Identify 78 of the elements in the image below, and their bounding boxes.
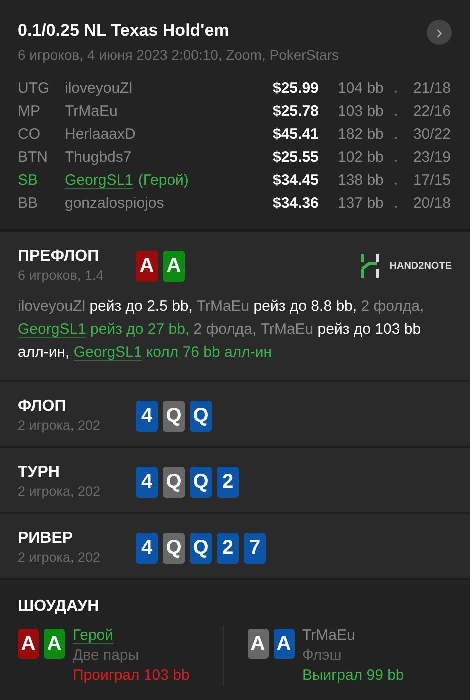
player-position: SB bbox=[18, 172, 40, 189]
playing-card: A bbox=[18, 629, 39, 659]
player-position: UTG bbox=[18, 80, 51, 97]
street-title: РИВЕР bbox=[18, 530, 74, 548]
separator-dot bbox=[395, 114, 397, 116]
player-bb: 137 bb bbox=[338, 195, 385, 212]
player-bb: 104 bb bbox=[338, 80, 385, 97]
playing-card: 7 bbox=[244, 533, 266, 564]
street-info: 2 игрока, 202 bbox=[18, 550, 102, 565]
hand-rank: Флэш bbox=[302, 646, 342, 666]
player-link[interactable]: GeorgSL1 bbox=[18, 321, 86, 338]
playing-card: 4 bbox=[136, 467, 158, 498]
separator-dot bbox=[395, 206, 397, 208]
player-name: iloveyouZl bbox=[65, 80, 133, 97]
player-stack: $25.55 bbox=[273, 149, 320, 166]
player-stack: $25.78 bbox=[273, 103, 320, 120]
player-stats: 20/18 bbox=[412, 195, 451, 212]
playing-card: Q bbox=[163, 401, 185, 432]
player-bb: 103 bb bbox=[338, 103, 385, 120]
player-name: TrMaEu bbox=[65, 103, 118, 120]
playing-card: Q bbox=[190, 401, 212, 432]
playing-card: 2 bbox=[217, 467, 239, 498]
player-stats: 17/15 bbox=[412, 172, 451, 189]
separator-dot bbox=[395, 160, 397, 162]
playing-card: A bbox=[163, 251, 185, 282]
playing-card: Q bbox=[163, 533, 185, 564]
hand-info: 6 игроков, 4 июня 2023 2:00:10, Zoom, PokerStars bbox=[18, 47, 339, 63]
player-name: TrMaEu bbox=[302, 626, 356, 646]
player-position: BB bbox=[18, 195, 40, 212]
hand-result: Проиграл 103 bb bbox=[73, 666, 190, 686]
playing-card: A bbox=[248, 629, 268, 659]
hand-rank: Две пары bbox=[73, 646, 140, 666]
hand-title: 0.1/0.25 NL Texas Hold'em bbox=[18, 21, 230, 41]
separator-dot bbox=[395, 137, 397, 139]
playing-card: Q bbox=[190, 467, 212, 498]
street-info: 6 игроков, 1.4 bbox=[18, 268, 105, 283]
playing-card: A bbox=[44, 629, 65, 659]
playing-card: 4 bbox=[136, 401, 158, 432]
street-title: ТУРН bbox=[18, 464, 61, 482]
player-name[interactable]: Герой bbox=[73, 626, 114, 646]
player-stack: $34.36 bbox=[273, 195, 320, 212]
player-stats: 23/19 bbox=[412, 149, 451, 166]
playing-card: 4 bbox=[136, 533, 158, 564]
street-info: 2 игрока, 202 bbox=[18, 418, 102, 433]
playing-card: Q bbox=[163, 467, 185, 498]
player-name: Thugbds7 bbox=[65, 149, 132, 166]
playing-card: A bbox=[136, 251, 158, 282]
player-position: CO bbox=[18, 126, 42, 143]
logo-icon bbox=[360, 254, 380, 278]
player-stats: 21/18 bbox=[412, 80, 451, 97]
separator-dot bbox=[395, 183, 397, 185]
player-name[interactable]: GeorgSL1 bbox=[65, 172, 134, 189]
player-bb: 138 bb bbox=[338, 172, 385, 189]
action-log: iloveyouZl рейз до 2.5 bb, TrMaEu рейз до 8.8 bb, 2 фолда, GeorgSL1 рейз до 27 bb, 2 фолда, TrMaEu рейз до 103 bb алл-ин, GeorgSL1 колл 76 bb алл-ин bbox=[18, 297, 426, 363]
player-name: gonzalospiojos bbox=[65, 195, 164, 212]
player-bb: 102 bb bbox=[338, 149, 385, 166]
street-info: 2 игрока, 202 bbox=[18, 484, 102, 499]
playing-card: 2 bbox=[217, 533, 239, 564]
player-stack: $34.45 bbox=[273, 172, 320, 189]
player-stack: $45.41 bbox=[273, 126, 320, 143]
street-title: ФЛОП bbox=[18, 398, 68, 416]
player-stack: $25.99 bbox=[273, 80, 320, 97]
separator-dot bbox=[395, 91, 397, 93]
player-stats: 22/16 bbox=[412, 103, 451, 120]
player-name: HerlaaaxD bbox=[65, 126, 136, 143]
showdown-title: ШОУДАУН bbox=[18, 598, 100, 616]
player-bb: 182 bb bbox=[338, 126, 385, 143]
player-position: BTN bbox=[18, 149, 49, 166]
playing-card: A bbox=[274, 629, 294, 659]
player-link[interactable]: GeorgSL1 bbox=[74, 344, 142, 361]
player-position: MP bbox=[18, 103, 42, 120]
hero-label: (Герой) bbox=[138, 172, 189, 189]
playing-card: Q bbox=[190, 533, 212, 564]
next-button[interactable]: › bbox=[427, 20, 452, 45]
player-stats: 30/22 bbox=[412, 126, 451, 143]
street-title: ПРЕФЛОП bbox=[18, 248, 100, 266]
logo-text: HAND2NOTE bbox=[390, 260, 452, 272]
hand-result: Выиграл 99 bb bbox=[302, 666, 404, 686]
